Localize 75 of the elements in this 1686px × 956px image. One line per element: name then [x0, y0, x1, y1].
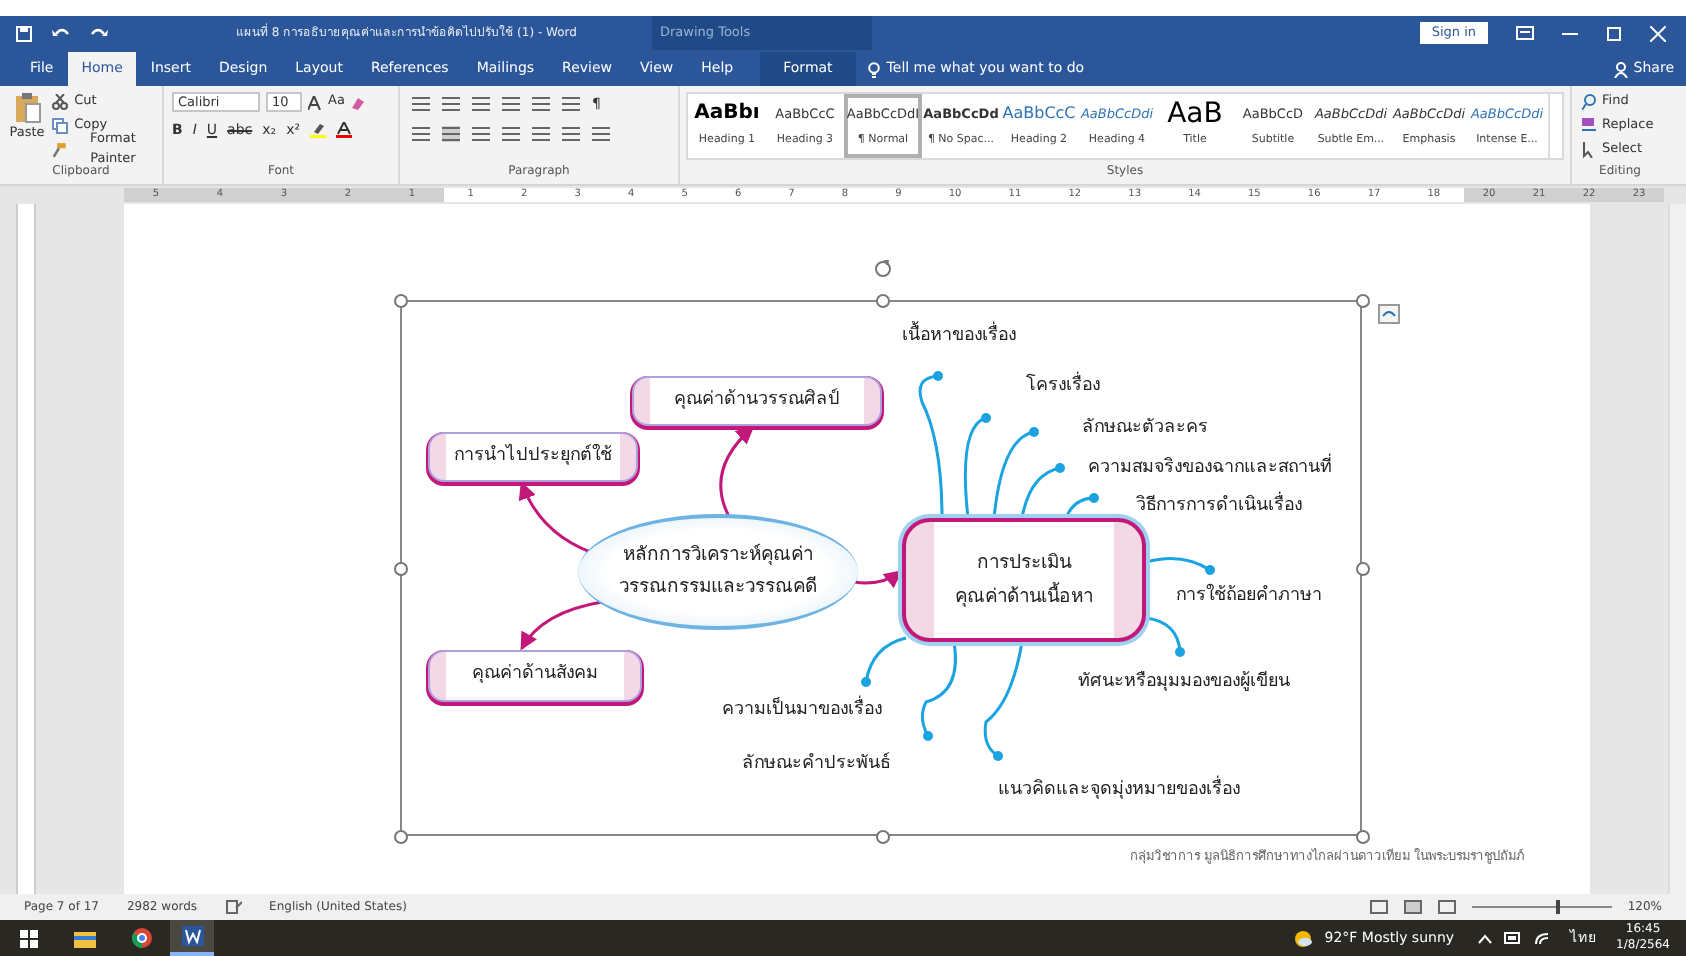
- close-icon[interactable]: [1650, 25, 1666, 41]
- justify-icon[interactable]: [502, 125, 520, 141]
- arrow: [520, 600, 603, 651]
- bullets-icon[interactable]: [412, 96, 430, 113]
- connector-line: [1145, 616, 1185, 657]
- font-color-icon[interactable]: [336, 122, 353, 139]
- resize-handle[interactable]: [394, 294, 408, 308]
- highlight-icon[interactable]: [310, 122, 327, 139]
- leaf-label: แนวคิดและจุดมุ่งหมายของเรื่อง: [998, 778, 1240, 805]
- resize-handle[interactable]: [1356, 294, 1370, 308]
- proofing-icon[interactable]: [225, 900, 242, 914]
- central-topic: หลักการวิเคราะห์คุณค่า วรรณกรรมและวรรณคดี: [578, 514, 858, 630]
- resize-handle[interactable]: [875, 294, 889, 308]
- center-icon[interactable]: [442, 125, 460, 141]
- connector-line: [983, 641, 1024, 761]
- slider-thumb[interactable]: [1555, 900, 1560, 914]
- topic-label: การนำไปประยุกต์ใช้: [446, 434, 620, 480]
- person-icon: [1613, 61, 1628, 77]
- resize-handle[interactable]: [394, 830, 408, 844]
- hub-topic: การประเมิน คุณค่าด้านเนื้อหา: [934, 522, 1114, 638]
- line-spacing-icon[interactable]: [532, 125, 550, 141]
- undo-icon[interactable]: [52, 25, 70, 41]
- connector-line: [920, 641, 957, 741]
- leaf-label: ความเป็นมาของเรื่อง: [722, 698, 882, 725]
- scissors-icon: [52, 94, 69, 110]
- topic-label: คุณค่าด้านสังคม: [446, 652, 624, 700]
- numbering-icon[interactable]: [442, 96, 460, 113]
- folder-icon[interactable]: [74, 929, 96, 947]
- replace-icon: [1582, 118, 1598, 134]
- connector-line: [1145, 556, 1215, 575]
- shading-icon[interactable]: [562, 125, 580, 141]
- paintbrush-icon: [52, 142, 66, 158]
- sort-icon[interactable]: [562, 96, 580, 113]
- word-app-icon[interactable]: [181, 926, 203, 946]
- ribbon-display-icon[interactable]: [1516, 26, 1534, 40]
- leaf-label: ทัศนะหรือมุมมองของผู้เขียน: [1078, 670, 1290, 696]
- resize-handle[interactable]: [875, 830, 889, 844]
- grow-font-icon[interactable]: [308, 95, 322, 109]
- weather-sun-icon[interactable]: [1294, 929, 1313, 947]
- multilevel-list-icon[interactable]: [472, 96, 490, 113]
- leaf-label: ลักษณะตัวละคร: [1082, 416, 1208, 442]
- search-icon: [1582, 94, 1598, 110]
- layout-options-icon[interactable]: [1378, 304, 1400, 324]
- leaf-label: การใช้ถ้อยคำภาษา: [1176, 584, 1322, 610]
- topic-label: คุณค่าด้านวรรณศิลป์: [650, 378, 864, 424]
- windows-logo-icon: [19, 929, 37, 947]
- leaf-label: โครงเรื่อง: [1026, 374, 1100, 401]
- resize-handle[interactable]: [1356, 830, 1370, 844]
- leaf-label: ลักษณะคำประพันธ์: [742, 752, 890, 778]
- leaf-label: ความสมจริงของฉากและสถานที่: [1088, 456, 1332, 483]
- resize-handle[interactable]: [1356, 562, 1370, 576]
- save-icon[interactable]: [16, 25, 32, 41]
- rotate-handle-icon[interactable]: [874, 260, 892, 278]
- connector-line: [861, 636, 907, 687]
- increase-indent-icon[interactable]: [532, 96, 550, 113]
- battery-icon[interactable]: [1504, 932, 1523, 944]
- leaf-label: วิธีการการดำเนินเรื่อง: [1136, 494, 1302, 521]
- copy-icon: [52, 118, 69, 134]
- print-layout-icon[interactable]: [1403, 900, 1422, 914]
- resize-handle[interactable]: [394, 562, 408, 576]
- read-mode-icon[interactable]: [1369, 900, 1388, 914]
- maximize-icon[interactable]: [1606, 25, 1622, 41]
- web-layout-icon[interactable]: [1437, 900, 1456, 914]
- eraser-icon[interactable]: [350, 95, 365, 109]
- browser-icon[interactable]: [132, 928, 152, 948]
- wifi-icon[interactable]: [1534, 931, 1551, 945]
- clipboard-icon: [13, 92, 42, 124]
- redo-icon[interactable]: [90, 25, 108, 41]
- align-right-icon[interactable]: [472, 125, 490, 141]
- lightbulb-icon: [868, 61, 881, 77]
- align-left-icon[interactable]: [412, 125, 430, 141]
- borders-icon[interactable]: [592, 125, 610, 141]
- leaf-label: เนื้อหาของเรื่อง: [902, 324, 1016, 351]
- decrease-indent-icon[interactable]: [502, 96, 520, 113]
- chevron-up-icon[interactable]: [1478, 933, 1493, 943]
